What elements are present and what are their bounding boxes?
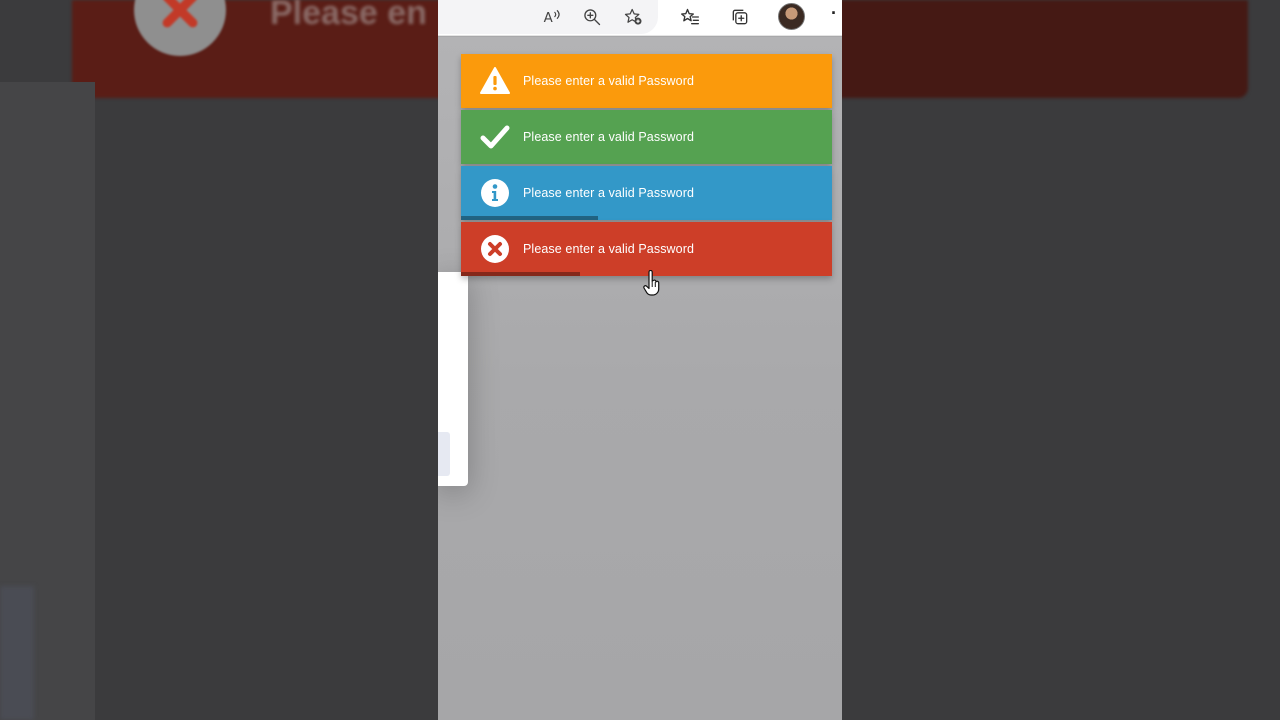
toast-info[interactable]: Please enter a valid Password [461,166,832,220]
login-button-edge[interactable] [438,432,450,476]
collections-icon[interactable] [726,4,754,30]
add-favorite-icon[interactable] [619,4,647,30]
toast-message: Please enter a valid Password [523,74,695,88]
profile-avatar[interactable] [778,3,805,30]
toast-progress-bar [461,216,599,220]
toast-progress-bar [461,272,580,276]
login-card-edge [438,272,468,486]
svg-text:A: A [544,11,553,26]
toast-message: Please enter a valid Password [523,186,695,200]
blurred-banner-text: Please en [270,0,427,32]
warning-icon [479,65,511,97]
toast-message: Please enter a valid Password [523,242,695,256]
toast-stack: Please enter a valid Password Please ent… [461,54,832,296]
hand-cursor-icon [643,270,660,296]
more-menu-icon[interactable]: · [831,3,838,24]
blurred-backdrop-left: Please en [0,0,438,720]
favorites-icon[interactable] [676,4,704,30]
browser-screen: A · Please enter a valid Password Please… [438,0,842,720]
blurred-blob [0,586,34,720]
toast-success[interactable]: Please enter a valid Password [461,110,832,164]
blurred-error-banner-right [842,0,1248,98]
blurred-backdrop-right [842,0,1280,720]
video-frame: Please en A · Please enter a valid Passw… [0,0,1280,720]
toast-warning[interactable]: Please enter a valid Password [461,54,832,108]
browser-toolbar: A · [438,0,842,36]
info-icon [479,177,511,209]
error-x-icon [479,233,511,265]
read-aloud-icon[interactable]: A [538,4,566,30]
toast-error[interactable]: Please enter a valid Password [461,222,832,276]
checkmark-icon [479,121,511,153]
zoom-in-icon[interactable] [578,4,606,30]
toast-message: Please enter a valid Password [523,130,695,144]
